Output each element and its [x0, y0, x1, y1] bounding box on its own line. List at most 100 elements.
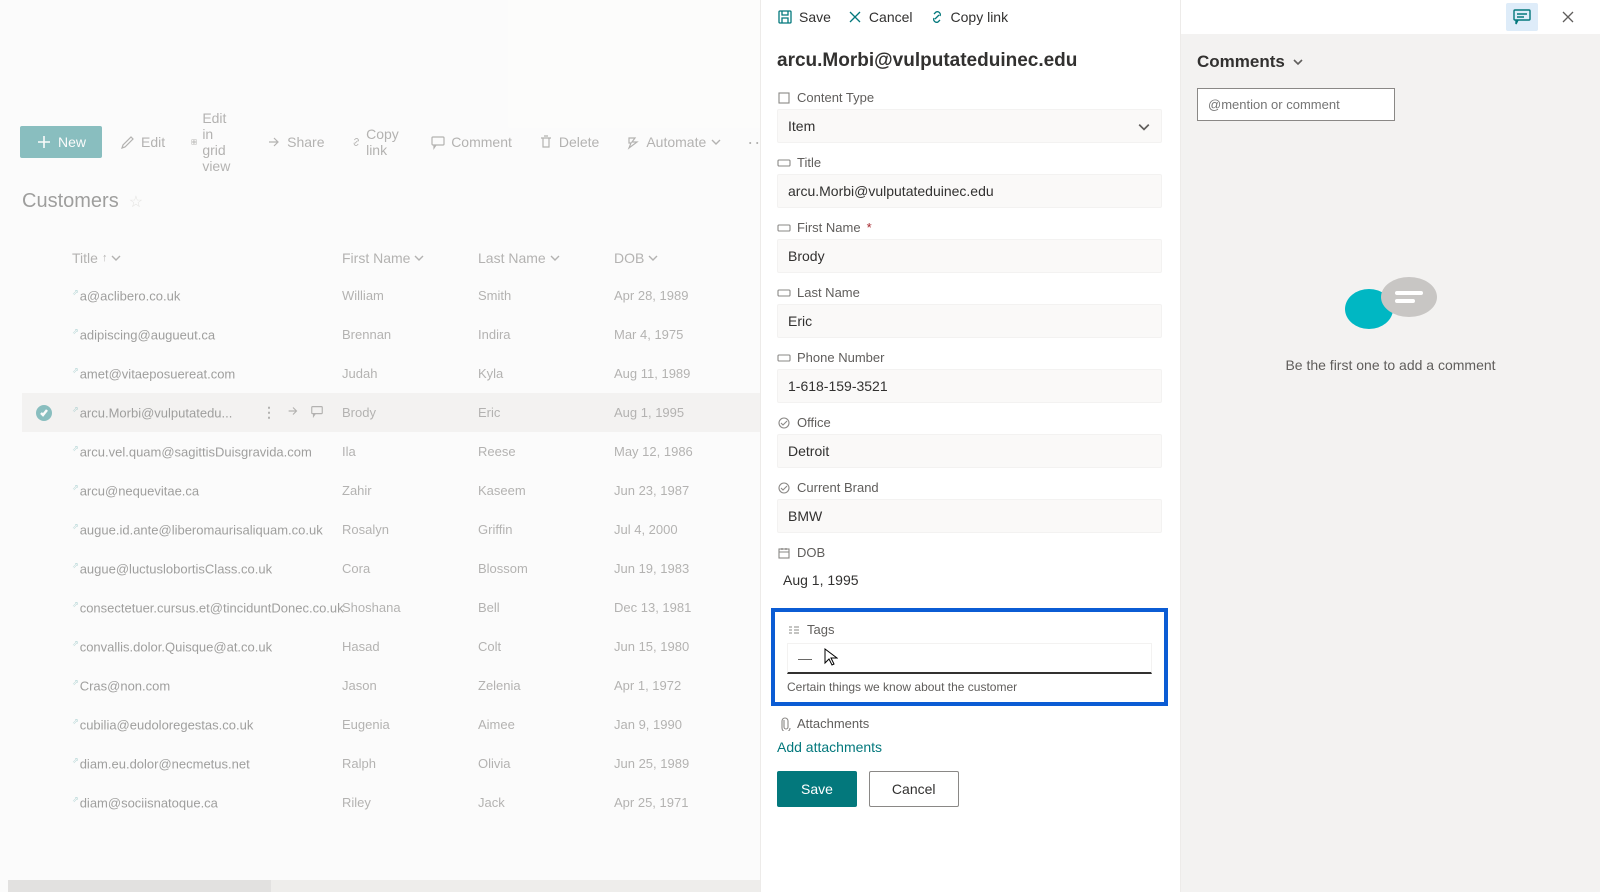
panel-copylink-button[interactable]: Copy link	[929, 9, 1009, 25]
edit-grid-button[interactable]: Edit in grid view	[183, 104, 248, 180]
table-row[interactable]: ⇗augue@luctuslobortisClass.co.ukCoraBlos…	[22, 549, 760, 588]
table-row[interactable]: ⇗arcu.Morbi@vulputatedu...BrodyEricAug 1…	[22, 393, 760, 432]
list-grid: Title ↑ First Name Last Name DOB ⇗a@acli…	[22, 240, 760, 822]
comment-input[interactable]	[1197, 88, 1395, 121]
col-firstname[interactable]: First Name	[342, 250, 478, 266]
form-save-button[interactable]: Save	[777, 771, 857, 807]
main-list-area: New Edit Edit in grid view Share Copy li…	[0, 0, 760, 892]
cell-title[interactable]: ⇗amet@vitaeposuereat.com	[72, 366, 342, 381]
phone-input[interactable]	[777, 369, 1162, 403]
table-row[interactable]: ⇗consectetuer.cursus.et@tinciduntDonec.c…	[22, 588, 760, 627]
cell-first-name: Ralph	[342, 756, 478, 771]
cell-title[interactable]: ⇗augue@luctuslobortisClass.co.uk	[72, 561, 342, 576]
table-row[interactable]: ⇗cubilia@eudoloregestas.co.ukEugeniaAime…	[22, 705, 760, 744]
automate-label: Automate	[646, 134, 706, 150]
table-row[interactable]: ⇗amet@vitaeposuereat.comJudahKylaAug 11,…	[22, 354, 760, 393]
col-dob[interactable]: DOB	[614, 250, 764, 266]
grid-body: ⇗a@aclibero.co.ukWilliamSmithApr 28, 198…	[22, 276, 760, 822]
comments-header[interactable]: Comments	[1181, 34, 1600, 82]
cell-first-name: Brody	[342, 405, 478, 420]
copy-link-button[interactable]: Copy link	[343, 120, 413, 164]
cell-title[interactable]: ⇗convallis.dolor.Quisque@at.co.uk	[72, 639, 342, 654]
new-button[interactable]: New	[20, 126, 102, 158]
tags-icon	[787, 623, 801, 637]
text-field-icon	[777, 351, 791, 365]
chevron-down-icon	[111, 253, 121, 263]
row-comment-icon[interactable]	[310, 404, 324, 421]
delete-label: Delete	[559, 134, 599, 150]
field-phone: Phone Number	[777, 350, 1162, 403]
cell-last-name: Smith	[478, 288, 614, 303]
cell-last-name: Griffin	[478, 522, 614, 537]
field-brand: Current Brand	[777, 480, 1162, 533]
edit-button[interactable]: Edit	[112, 128, 173, 156]
comment-label: Comment	[451, 134, 512, 150]
cell-last-name: Kyla	[478, 366, 614, 381]
office-input[interactable]	[777, 434, 1162, 468]
panel-form[interactable]: arcu.Morbi@vulputateduinec.edu Content T…	[761, 34, 1180, 892]
automate-button[interactable]: Automate	[617, 128, 729, 156]
dob-input[interactable]	[777, 564, 1162, 596]
chevron-down-icon	[550, 253, 560, 263]
cell-title[interactable]: ⇗diam.eu.dolor@necmetus.net	[72, 756, 342, 771]
cell-first-name: Shoshana	[342, 600, 478, 615]
row-share-icon[interactable]	[286, 404, 300, 421]
panel-cancel-button[interactable]: Cancel	[847, 9, 913, 25]
tags-input[interactable]: —	[787, 643, 1152, 674]
table-row[interactable]: ⇗arcu@nequevitae.caZahirKaseemJun 23, 19…	[22, 471, 760, 510]
cell-title[interactable]: ⇗augue.id.ante@liberomaurisaliquam.co.uk	[72, 522, 342, 537]
table-row[interactable]: ⇗Cras@non.comJasonZeleniaApr 1, 1972	[22, 666, 760, 705]
first-name-input[interactable]	[777, 239, 1162, 273]
table-row[interactable]: ⇗diam.eu.dolor@necmetus.netRalphOliviaJu…	[22, 744, 760, 783]
attachment-icon	[777, 717, 791, 731]
form-cancel-button[interactable]: Cancel	[869, 771, 959, 807]
cell-title[interactable]: ⇗consectetuer.cursus.et@tinciduntDonec.c…	[72, 600, 342, 615]
chevron-down-icon	[1138, 121, 1150, 133]
list-title-row: Customers ☆	[22, 190, 143, 213]
col-title[interactable]: Title ↑	[72, 250, 342, 266]
cell-dob: Apr 1, 1972	[614, 678, 764, 693]
cell-title[interactable]: ⇗arcu.vel.quam@sagittisDuisgravida.com	[72, 444, 342, 459]
cell-title[interactable]: ⇗arcu@nequevitae.ca	[72, 483, 342, 498]
table-row[interactable]: ⇗arcu.vel.quam@sagittisDuisgravida.comIl…	[22, 432, 760, 471]
cell-last-name: Indira	[478, 327, 614, 342]
cell-dob: Aug 1, 1995	[614, 405, 764, 420]
last-name-input[interactable]	[777, 304, 1162, 338]
cell-last-name: Colt	[478, 639, 614, 654]
horizontal-scrollbar[interactable]	[8, 880, 760, 892]
cell-dob: Apr 25, 1971	[614, 795, 764, 810]
title-input[interactable]	[777, 174, 1162, 208]
table-row[interactable]: ⇗diam@sociisnatoque.caRileyJackApr 25, 1…	[22, 783, 760, 822]
favorite-star-icon[interactable]: ☆	[129, 192, 143, 212]
panel-title: arcu.Morbi@vulputateduinec.edu	[777, 50, 1162, 72]
add-attachments-link[interactable]: Add attachments	[777, 739, 882, 755]
cell-dob: Jun 25, 1989	[614, 756, 764, 771]
cell-title[interactable]: ⇗adipiscing@augueut.ca	[72, 327, 342, 342]
row-selected-icon[interactable]	[36, 405, 52, 421]
cell-title[interactable]: ⇗Cras@non.com	[72, 678, 342, 693]
table-row[interactable]: ⇗augue.id.ante@liberomaurisaliquam.co.uk…	[22, 510, 760, 549]
table-row[interactable]: ⇗a@aclibero.co.ukWilliamSmithApr 28, 198…	[22, 276, 760, 315]
comments-toggle-button[interactable]	[1506, 3, 1538, 31]
content-type-select[interactable]: Item	[777, 109, 1162, 143]
cell-last-name: Olivia	[478, 756, 614, 771]
cell-title[interactable]: ⇗cubilia@eudoloregestas.co.uk	[72, 717, 342, 732]
delete-button[interactable]: Delete	[530, 128, 607, 156]
col-lastname[interactable]: Last Name	[478, 250, 614, 266]
cell-title[interactable]: ⇗diam@sociisnatoque.ca	[72, 795, 342, 810]
field-first-name: First Name *	[777, 220, 1162, 273]
cell-last-name: Bell	[478, 600, 614, 615]
row-more-icon[interactable]: ⋮	[262, 404, 276, 421]
comments-pane: Comments Be the first one to add a comme…	[1180, 0, 1600, 892]
cell-title[interactable]: ⇗a@aclibero.co.uk	[72, 288, 342, 303]
table-row[interactable]: ⇗convallis.dolor.Quisque@at.co.ukHasadCo…	[22, 627, 760, 666]
new-button-label: New	[58, 134, 86, 150]
table-row[interactable]: ⇗adipiscing@augueut.caBrennanIndiraMar 4…	[22, 315, 760, 354]
share-button[interactable]: Share	[258, 128, 332, 156]
comment-button[interactable]: Comment	[422, 128, 520, 156]
close-panel-button[interactable]	[1552, 3, 1584, 31]
cell-first-name: Brennan	[342, 327, 478, 342]
panel-save-button[interactable]: Save	[777, 9, 831, 25]
brand-input[interactable]	[777, 499, 1162, 533]
comments-empty-state: Be the first one to add a comment	[1181, 277, 1600, 373]
